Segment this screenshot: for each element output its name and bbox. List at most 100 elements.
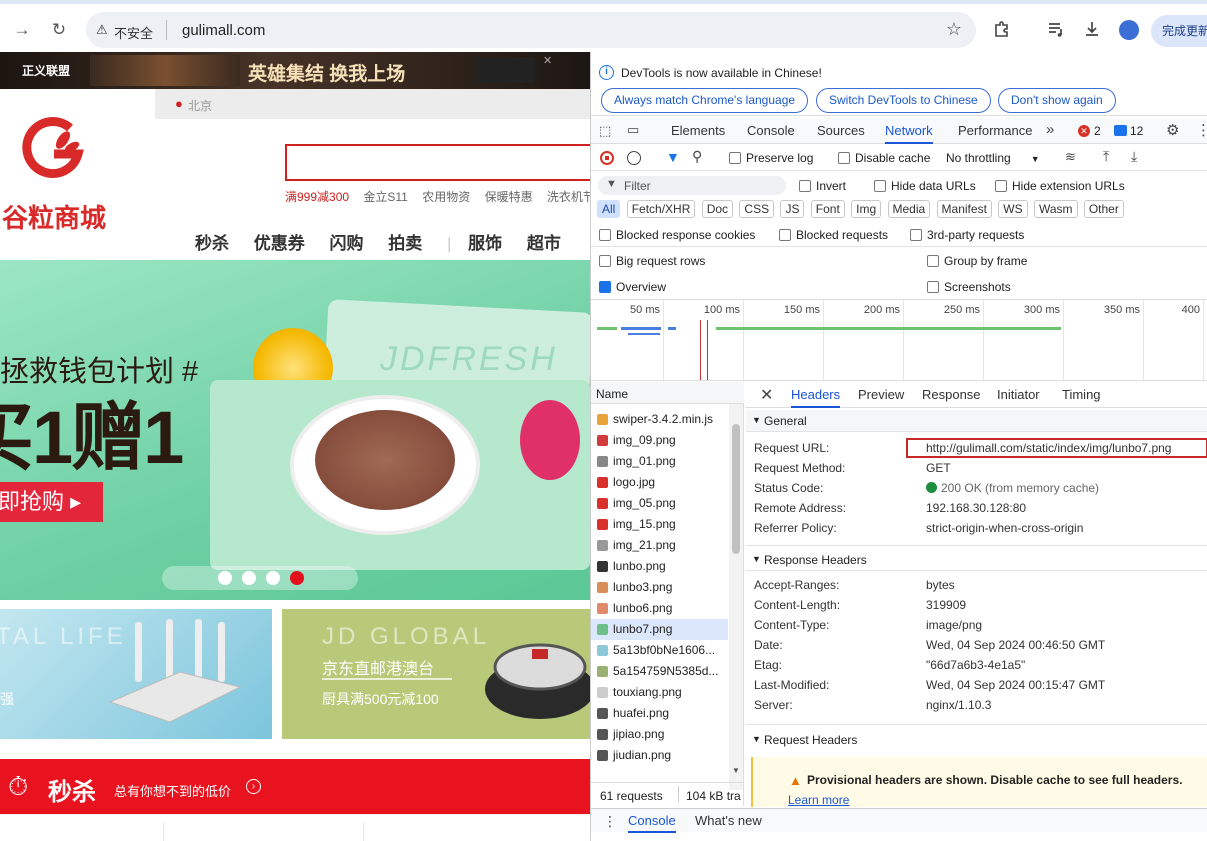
request-row[interactable]: logo.jpg (591, 472, 728, 493)
request-row[interactable]: lunbo3.png (591, 577, 728, 598)
profile-avatar-icon[interactable] (1119, 20, 1139, 40)
carousel-dot[interactable] (266, 571, 280, 585)
hide-extension-urls-checkbox[interactable]: Hide extension URLs (995, 179, 1125, 193)
security-label[interactable]: 不安全 (114, 23, 153, 42)
request-row[interactable]: swiper-3.4.2.min.js (591, 409, 728, 430)
switch-chinese-button[interactable]: Switch DevTools to Chinese (816, 88, 991, 113)
kebab-menu-icon[interactable]: ⋮ (1196, 121, 1207, 139)
request-row[interactable]: img_15.png (591, 514, 728, 535)
request-row[interactable]: lunbo.png (591, 556, 728, 577)
request-row[interactable]: lunbo7.png (591, 619, 728, 640)
tab-timing[interactable]: Timing (1062, 382, 1101, 408)
media-queue-icon[interactable] (1047, 20, 1065, 43)
match-language-button[interactable]: Always match Chrome's language (601, 88, 809, 113)
address-bar[interactable]: ⚠ 不安全 gulimall.com ☆ (86, 12, 976, 48)
big-rows-checkbox[interactable]: Big request rows (599, 254, 705, 268)
promo-cookware[interactable]: JD GLOBAL 京东直邮港澳台 厨具满500元减100 (282, 609, 590, 739)
forward-arrow-icon[interactable]: → (10, 18, 34, 42)
request-method-value[interactable]: GET (926, 461, 951, 475)
tab-initiator[interactable]: Initiator (997, 382, 1040, 408)
list-scrollbar[interactable]: ▼ (729, 404, 743, 790)
chip-js[interactable]: JS (780, 200, 805, 218)
general-section-header[interactable]: ▼ General (746, 410, 1207, 432)
update-button[interactable]: 完成更新 (1151, 15, 1207, 47)
tab-preview[interactable]: Preview (858, 382, 904, 408)
nav-auction[interactable]: 拍卖 (388, 234, 422, 253)
header-value[interactable]: nginx/1.10.3 (926, 698, 991, 712)
banner-cta-button[interactable]: 立即抢购 ▸ (0, 482, 103, 522)
close-ad-icon[interactable]: ✕ (543, 54, 552, 67)
nav-market[interactable]: 超市 (527, 234, 561, 253)
record-stop-icon[interactable] (600, 151, 614, 165)
scrollbar-thumb[interactable] (732, 424, 740, 554)
filter-funnel-icon[interactable]: ▼ (666, 149, 680, 165)
message-icon[interactable] (1114, 125, 1127, 136)
learn-more-link[interactable]: Learn more (788, 793, 849, 807)
request-row[interactable]: img_01.png (591, 451, 728, 472)
tab-sources[interactable]: Sources (817, 118, 865, 144)
drawer-menu-icon[interactable]: ⋮ (603, 813, 617, 830)
header-value[interactable]: image/png (926, 618, 982, 632)
network-conditions-icon[interactable]: ≋ (1065, 149, 1076, 165)
overview-checkbox[interactable]: Overview (599, 280, 666, 294)
extensions-icon[interactable] (993, 20, 1011, 43)
nav-coupons[interactable]: 优惠券 (254, 234, 305, 253)
invert-checkbox[interactable]: Invert (799, 179, 846, 193)
chevron-right-icon[interactable]: › (246, 779, 261, 794)
warning-triangle-icon[interactable]: ⚠ (96, 22, 108, 38)
throttling-select[interactable]: No throttling ▼ (946, 151, 1040, 165)
chip-css[interactable]: CSS (739, 200, 775, 218)
request-row[interactable]: img_21.png (591, 535, 728, 556)
request-row[interactable]: jiudian.png (591, 745, 728, 766)
name-column-header[interactable]: Name (591, 382, 744, 404)
close-detail-icon[interactable]: ✕ (760, 385, 773, 405)
scroll-down-icon[interactable]: ▼ (732, 766, 740, 775)
download-har-icon[interactable]: ⤓ (1131, 148, 1137, 165)
tab-console[interactable]: Console (747, 118, 795, 144)
nav-apparel[interactable]: 服饰 (468, 234, 502, 253)
chip-manifest[interactable]: Manifest (936, 200, 992, 218)
request-headers-section-header[interactable]: ▼ Request Headers (746, 729, 1207, 751)
tab-elements[interactable]: Elements (671, 118, 725, 144)
chip-other[interactable]: Other (1083, 200, 1124, 218)
download-icon[interactable] (1083, 20, 1101, 43)
request-url-value[interactable]: http://gulimall.com/static/index/img/lun… (926, 441, 1171, 455)
request-row[interactable]: img_09.png (591, 430, 728, 451)
remote-address-value[interactable]: 192.168.30.128:80 (926, 501, 1026, 515)
chip-fetch-xhr[interactable]: Fetch/XHR (626, 200, 696, 218)
hot-word-link[interactable]: 满999减300 (285, 190, 349, 204)
tab-performance[interactable]: Performance (958, 118, 1032, 144)
hide-data-urls-checkbox[interactable]: Hide data URLs (874, 179, 976, 193)
search-icon[interactable]: ⚲ (692, 148, 702, 165)
nav-flash[interactable]: 闪购 (329, 234, 363, 253)
message-count[interactable]: 12 (1130, 124, 1143, 138)
chip-wasm[interactable]: Wasm (1033, 200, 1078, 218)
header-value[interactable]: 319909 (926, 598, 966, 612)
chip-all[interactable]: All (597, 200, 621, 218)
tab-response[interactable]: Response (922, 382, 981, 408)
carousel-dot[interactable] (218, 571, 232, 585)
response-headers-section-header[interactable]: ▼ Response Headers (746, 549, 1207, 571)
blocked-cookies-checkbox[interactable]: Blocked response cookies (599, 228, 755, 242)
overview-timeline[interactable]: 50 ms 100 ms 150 ms 200 ms 250 ms 300 ms 350 m… (591, 299, 1207, 382)
clear-icon[interactable] (627, 151, 641, 165)
request-row[interactable]: lunbo6.png (591, 598, 728, 619)
chip-media[interactable]: Media (887, 200, 931, 218)
error-count[interactable]: 2 (1094, 124, 1101, 138)
inspect-element-icon[interactable]: ⬚ (599, 123, 611, 139)
group-by-frame-checkbox[interactable]: Group by frame (927, 254, 1027, 268)
header-value[interactable]: bytes (926, 578, 955, 592)
url-text[interactable]: gulimall.com (182, 22, 265, 39)
referrer-policy-value[interactable]: strict-origin-when-cross-origin (926, 521, 1083, 535)
nav-seckill[interactable]: 秒杀 (195, 234, 229, 253)
error-icon[interactable]: ✕ (1078, 125, 1090, 137)
blocked-requests-checkbox[interactable]: Blocked requests (779, 228, 888, 242)
seckill-section[interactable]: ⏱ 秒杀 总有你想不到的低价 › (0, 759, 590, 814)
settings-gear-icon[interactable]: ⚙ (1166, 121, 1179, 139)
hot-word-link[interactable]: 农用物资 (422, 190, 470, 204)
disable-cache-checkbox[interactable]: Disable cache (838, 151, 930, 165)
preserve-log-checkbox[interactable]: Preserve log (729, 151, 813, 165)
upload-icon[interactable]: ⤒ (1103, 148, 1109, 165)
filter-input[interactable]: ▼ Filter (598, 176, 786, 195)
header-value[interactable]: "66d7a6b3-4e1a5" (926, 658, 1025, 672)
